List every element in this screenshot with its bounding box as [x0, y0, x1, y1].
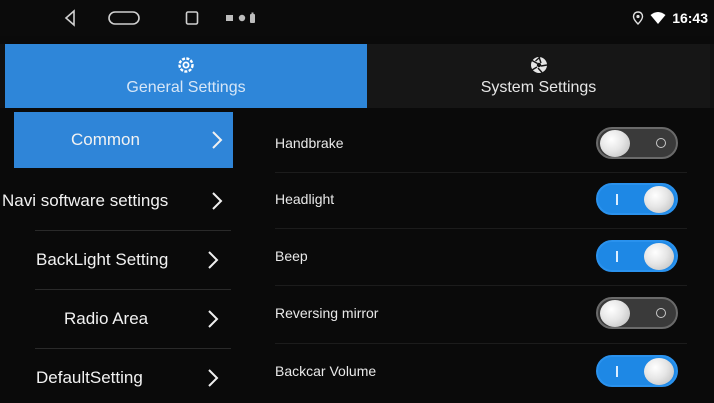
handbrake-toggle[interactable] — [596, 127, 678, 159]
clock: 16:43 — [672, 10, 708, 26]
toggle-knob — [644, 186, 674, 213]
location-icon — [632, 11, 644, 25]
menu-item-default-setting[interactable]: DefaultSetting — [5, 349, 231, 403]
tab-label: General Settings — [126, 79, 246, 96]
headlight-toggle[interactable] — [596, 183, 678, 215]
menu-item-common[interactable]: Common — [14, 112, 233, 168]
chevron-right-icon — [208, 310, 219, 328]
home-icon[interactable] — [107, 9, 141, 27]
setting-row-handbrake: Handbrake — [260, 114, 688, 172]
settings-list: Handbrake Headlight Beep Reversing mirro… — [260, 112, 714, 403]
chevron-right-icon — [212, 131, 223, 149]
menu-item-radio-area[interactable]: Radio Area — [5, 290, 231, 348]
side-menu: Common Navi software settings BackLight … — [2, 112, 233, 403]
wifi-icon — [650, 12, 666, 24]
setting-row-reversing-mirror: Reversing mirror — [260, 284, 688, 342]
chevron-right-icon — [208, 251, 219, 269]
beep-toggle[interactable] — [596, 240, 678, 272]
toggle-on-mark — [616, 251, 618, 262]
chevron-right-icon — [208, 369, 219, 387]
menu-item-label: Radio Area — [64, 309, 149, 328]
chevron-right-icon — [212, 192, 223, 210]
toggle-off-mark — [656, 308, 666, 318]
setting-label: Beep — [275, 248, 308, 264]
menu-item-label: BackLight Setting — [36, 250, 169, 269]
back-icon[interactable] — [63, 9, 77, 27]
toggle-on-mark — [616, 194, 618, 205]
toggle-on-mark — [616, 366, 618, 377]
backcar-volume-toggle[interactable] — [596, 355, 678, 387]
setting-label: Headlight — [275, 191, 335, 207]
toggle-off-mark — [656, 138, 666, 148]
recent-apps-icon[interactable] — [185, 9, 199, 27]
aperture-icon — [530, 56, 547, 73]
setting-row-headlight: Headlight — [260, 170, 688, 228]
menu-item-label: Common — [71, 130, 140, 149]
status-bar: 16:43 — [0, 0, 714, 36]
setting-label: Handbrake — [275, 135, 344, 151]
reversing-mirror-toggle[interactable] — [596, 297, 678, 329]
setting-label: Backcar Volume — [275, 363, 377, 379]
tab-general-settings[interactable]: General Settings — [5, 44, 367, 108]
setting-label: Reversing mirror — [275, 305, 379, 321]
toggle-knob — [644, 358, 674, 385]
setting-row-beep: Beep — [260, 227, 688, 285]
menu-item-navi-software-settings[interactable]: Navi software settings — [2, 172, 231, 230]
menu-item-label: DefaultSetting — [36, 368, 143, 387]
notification-icons — [226, 12, 255, 23]
setting-row-backcar-volume: Backcar Volume — [260, 342, 688, 400]
menu-item-backlight-setting[interactable]: BackLight Setting — [5, 231, 231, 289]
toggle-knob — [644, 243, 674, 270]
tab-bar: General Settings System Settings — [0, 44, 714, 108]
menu-item-label: Navi software settings — [2, 191, 169, 210]
toggle-knob — [600, 130, 630, 157]
tab-system-settings[interactable]: System Settings — [367, 44, 710, 108]
tab-label: System Settings — [480, 79, 597, 96]
toggle-knob — [600, 300, 630, 327]
gear-icon — [178, 57, 194, 73]
